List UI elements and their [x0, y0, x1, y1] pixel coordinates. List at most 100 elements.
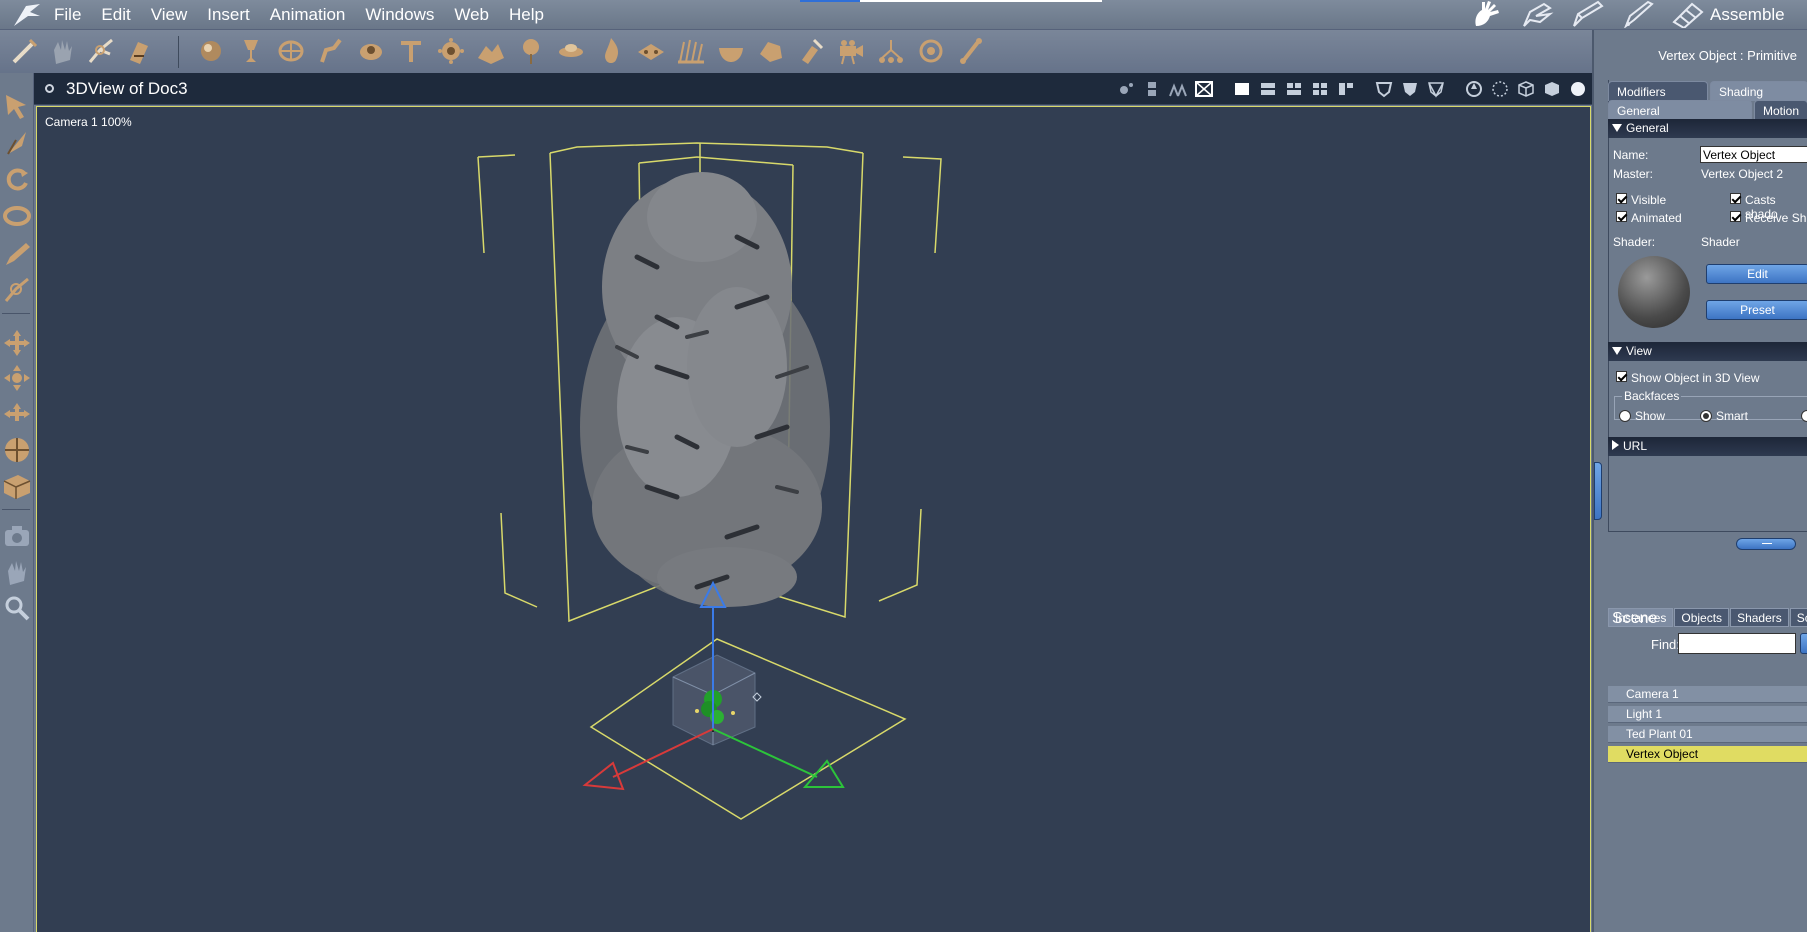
tab-objects[interactable]: Objects: [1674, 608, 1730, 627]
backfaces-smart-radio[interactable]: [1700, 410, 1712, 422]
rotate-tool-icon[interactable]: [2, 165, 32, 195]
receive-shadows-checkbox[interactable]: [1730, 211, 1741, 222]
menu-animation[interactable]: Animation: [270, 5, 346, 25]
layout-three-icon[interactable]: [1284, 80, 1304, 98]
tab-motion[interactable]: Motion: [1754, 100, 1807, 120]
shaded-cube-icon[interactable]: [1542, 80, 1562, 98]
move-axis-icon[interactable]: [2, 399, 32, 429]
shield-view-icon[interactable]: [1374, 80, 1394, 98]
assemble-room-icon[interactable]: [1470, 0, 1506, 28]
skeleton-tool-icon[interactable]: [86, 36, 116, 66]
figures-icon[interactable]: [1168, 80, 1188, 98]
rotate-sphere-icon[interactable]: [2, 435, 32, 465]
name-field[interactable]: Vertex Object: [1700, 146, 1807, 163]
shield-wire-icon[interactable]: [1426, 80, 1446, 98]
menu-view[interactable]: View: [151, 5, 188, 25]
menu-insert[interactable]: Insert: [207, 5, 250, 25]
camera-tool-icon[interactable]: [2, 521, 32, 551]
animated-checkbox[interactable]: [1616, 211, 1627, 222]
bounding-box-icon[interactable]: [1490, 80, 1510, 98]
insert-fog-icon[interactable]: [636, 36, 666, 66]
layout-horizontal-icon[interactable]: [1258, 80, 1278, 98]
insert-grass-icon[interactable]: [676, 36, 706, 66]
wireframe-cube-icon[interactable]: [1516, 80, 1536, 98]
section-general-header[interactable]: General: [1608, 119, 1807, 138]
insert-metaball-icon[interactable]: [436, 36, 466, 66]
move-tool-icon[interactable]: [2, 128, 32, 158]
magic-wand-icon[interactable]: [10, 36, 40, 66]
tray-collapse-handle[interactable]: [1594, 462, 1602, 520]
hand-tool-icon[interactable]: [48, 36, 78, 66]
viewport-collapse-icon[interactable]: [45, 84, 54, 93]
scene-item-camera[interactable]: Camera 1: [1608, 686, 1807, 703]
texture-room-icon[interactable]: [1620, 0, 1656, 28]
pan-hand-icon[interactable]: [2, 557, 32, 587]
scene-render[interactable]: [37, 107, 1590, 932]
section-view-header[interactable]: View: [1608, 342, 1807, 361]
preset-shader-button[interactable]: Preset: [1706, 300, 1807, 320]
insert-bowl-icon[interactable]: [716, 36, 746, 66]
layout-single-icon[interactable]: [1232, 80, 1252, 98]
scene-item-vertex-object[interactable]: Vertex Object: [1608, 746, 1807, 763]
move-xyz-icon[interactable]: [2, 328, 32, 358]
insert-figure-icon[interactable]: [316, 36, 346, 66]
insert-text-icon[interactable]: [396, 36, 426, 66]
tab-shading[interactable]: Shading: [1710, 81, 1807, 101]
insert-fire-icon[interactable]: [596, 36, 626, 66]
edit-shader-button[interactable]: Edit: [1706, 264, 1807, 284]
insert-target-icon[interactable]: [916, 36, 946, 66]
move-plane-icon[interactable]: [2, 363, 32, 393]
tray-splitter[interactable]: [1736, 538, 1796, 550]
menu-web[interactable]: Web: [454, 5, 489, 25]
carrara-logo-icon[interactable]: [12, 2, 42, 28]
insert-rock-icon[interactable]: [756, 36, 786, 66]
menu-help[interactable]: Help: [509, 5, 544, 25]
find-input[interactable]: [1678, 633, 1796, 654]
3d-viewport[interactable]: Camera 1 100%: [36, 106, 1591, 932]
insert-light-icon[interactable]: [796, 36, 826, 66]
lights-icon[interactable]: [1142, 80, 1162, 98]
storyboard-room-icon[interactable]: [1570, 0, 1606, 28]
grid-toggle-icon[interactable]: [1194, 80, 1214, 98]
box-view-icon[interactable]: [2, 471, 32, 501]
shaded-sphere-icon[interactable]: [1568, 80, 1588, 98]
insert-camera-icon[interactable]: [836, 36, 866, 66]
tab-general[interactable]: General: [1608, 100, 1752, 120]
selection-arrow-icon[interactable]: [2, 91, 32, 121]
layout-four-icon[interactable]: [1310, 80, 1330, 98]
shader-preview[interactable]: [1618, 256, 1690, 328]
insert-bone-icon[interactable]: [956, 36, 986, 66]
insert-terrain-icon[interactable]: [476, 36, 506, 66]
scene-item-ted-plant[interactable]: Ted Plant 01: [1608, 726, 1807, 743]
menu-edit[interactable]: Edit: [101, 5, 130, 25]
insert-cloud-icon[interactable]: [556, 36, 586, 66]
insert-sphere-icon[interactable]: [196, 36, 226, 66]
tab-modifiers[interactable]: Modifiers: [1608, 81, 1708, 101]
scene-item-light[interactable]: Light 1: [1608, 706, 1807, 723]
insert-spline-object-icon[interactable]: [276, 36, 306, 66]
casts-shadows-checkbox[interactable]: [1730, 193, 1741, 204]
layout-custom-icon[interactable]: [1336, 80, 1356, 98]
model-room-icon[interactable]: [1520, 0, 1556, 28]
insert-plant-icon[interactable]: [516, 36, 546, 66]
tab-scenes[interactable]: Sc: [1789, 608, 1807, 627]
backfaces-hide-radio[interactable]: [1801, 410, 1807, 422]
shield-solid-icon[interactable]: [1400, 80, 1420, 98]
orbit-icon[interactable]: [1464, 80, 1484, 98]
find-button[interactable]: [1800, 633, 1807, 654]
visible-checkbox[interactable]: [1616, 193, 1627, 204]
menu-windows[interactable]: Windows: [365, 5, 434, 25]
insert-group-icon[interactable]: [876, 36, 906, 66]
pencil-tool-icon[interactable]: [2, 239, 32, 269]
backfaces-show-radio[interactable]: [1619, 410, 1631, 422]
section-url-header[interactable]: URL: [1608, 437, 1807, 456]
insert-primitive-icon[interactable]: [356, 36, 386, 66]
link-tool-icon[interactable]: [2, 275, 32, 305]
scene-wizard-icon[interactable]: [1116, 80, 1136, 98]
show-in-3d-checkbox[interactable]: [1616, 371, 1627, 382]
scale-tool-icon[interactable]: [2, 201, 32, 231]
tab-shaders[interactable]: Shaders: [1730, 608, 1789, 627]
insert-goblet-icon[interactable]: [236, 36, 266, 66]
render-room-icon[interactable]: [1670, 0, 1706, 28]
anatomy-tool-icon[interactable]: [124, 36, 154, 66]
